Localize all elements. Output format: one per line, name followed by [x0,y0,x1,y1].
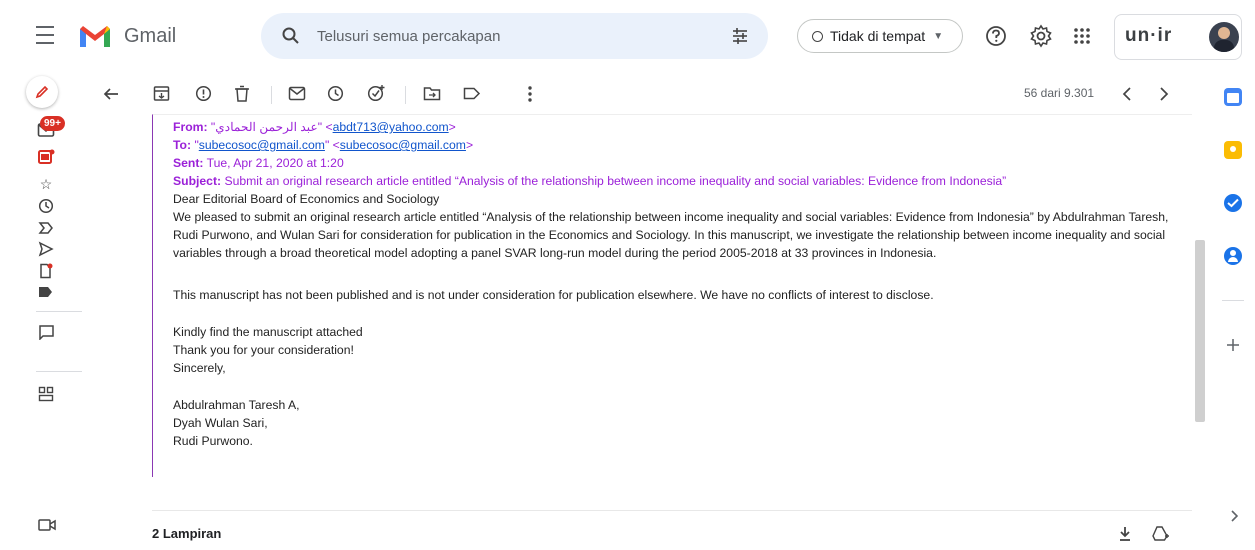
closing-line-1: Kindly find the manuscript attached [173,325,363,339]
app-title: Gmail [124,25,177,47]
sent-label: Sent: [173,156,204,170]
quoted-message: From: "عبد الرحمن الحمادي" <abdt713@yaho… [152,114,1192,477]
toolbar-divider [271,86,272,104]
caret-down-icon: ▼ [933,30,944,42]
older-chevron-right-icon[interactable] [1159,86,1169,102]
subject-value: Submit an original research article enti… [221,174,1007,188]
apps-grid-icon[interactable] [1073,27,1091,45]
signature-line-1: Abdulrahman Taresh A, [173,398,300,412]
download-all-icon[interactable] [1118,526,1132,542]
gmail-logo-icon[interactable] [78,24,112,49]
settings-gear-icon[interactable] [1029,24,1053,48]
top-bar: Gmail Telusuri semua percakapan Tidak di… [0,0,1255,74]
pencil-icon [35,85,49,99]
status-dropdown[interactable]: Tidak di tempat ▼ [797,19,963,53]
unread-count-badge: 99+ [40,116,65,131]
greeting: Dear Editorial Board of Economics and So… [173,192,440,206]
avatar[interactable] [1209,22,1239,52]
right-side-panel [1208,74,1255,550]
send-icon[interactable] [38,241,54,257]
subject-line: Subject: Submit an original research art… [173,172,1006,190]
signature-line-2: Dyah Wulan Sari, [173,416,268,430]
expand-panel-chevron-icon[interactable] [1230,510,1238,522]
help-icon[interactable] [985,25,1007,47]
to-email-link[interactable]: subecosoc@gmail.com [340,138,466,152]
clock-icon[interactable] [38,198,54,214]
sent-line: Sent: Tue, Apr 21, 2020 at 1:20 [173,154,344,172]
status-circle-icon [812,30,823,42]
chat-icon[interactable] [38,324,55,340]
add-addon-icon[interactable] [1226,338,1240,352]
back-arrow-icon[interactable] [102,85,120,103]
to-name-end: " < [324,138,340,152]
video-icon[interactable] [38,518,56,532]
search-bar[interactable]: Telusuri semua percakapan [261,13,768,59]
toolbar-divider [405,86,406,104]
search-input[interactable]: Telusuri semua percakapan [317,28,500,45]
spaces-icon[interactable] [38,386,54,402]
from-name: "عبد الرحمن الحمادي" < [210,120,333,134]
attachments-bar: 2 Lampiran [152,510,1192,550]
report-spam-icon[interactable] [195,85,212,102]
compose-button[interactable] [26,76,58,108]
body-paragraph-1: We pleased to submit an original researc… [173,210,1169,260]
to-label: To: [173,138,192,152]
star-icon[interactable]: ☆ [38,176,54,192]
search-icon[interactable] [281,26,301,46]
keep-icon[interactable] [1224,141,1242,159]
mark-unread-icon[interactable] [288,86,306,101]
sent-value: Tue, Apr 21, 2020 at 1:20 [203,156,344,170]
main-menu-icon[interactable] [34,26,56,44]
to-close: > [465,138,474,152]
pagination-counter: 56 dari 9.301 [1024,86,1095,100]
rail-divider [1222,300,1244,301]
snoozed-label-icon[interactable] [38,149,55,165]
body-paragraph-2: This manuscript has not been published a… [173,288,934,302]
scrollbar-thumb[interactable] [1195,240,1205,422]
rail-divider [36,371,82,372]
save-to-drive-icon[interactable] [1152,525,1170,542]
label-icon[interactable] [38,285,54,299]
rail-divider [36,311,82,312]
subject-label: Subject: [173,174,222,188]
draft-icon[interactable] [38,263,54,279]
message-toolbar: 56 dari 9.301 [80,74,1200,114]
closing-line-2: Thank you for your consideration! [173,343,354,357]
move-to-icon[interactable] [423,86,441,101]
from-label: From: [173,120,208,134]
calendar-icon[interactable] [1224,88,1242,106]
signature-line-3: Rudi Purwono. [173,434,253,448]
tasks-icon[interactable] [1224,194,1242,212]
delete-icon[interactable] [234,85,250,102]
archive-icon[interactable] [153,85,170,102]
left-rail: 99+ ☆ [0,74,82,550]
newer-chevron-left-icon[interactable] [1122,86,1132,102]
to-name-link[interactable]: subecosoc@gmail.com [199,138,325,152]
account-switcher[interactable]: un·ir [1114,14,1242,60]
from-line: From: "عبد الرحمن الحمادي" <abdt713@yaho… [173,118,456,136]
to-line: To: "subecosoc@gmail.com" <subecosoc@gma… [173,136,473,154]
closing-line-3: Sincerely, [173,361,226,375]
more-vert-icon[interactable] [527,85,533,103]
from-close: > [448,120,456,134]
attachments-count: 2 Lampiran [152,526,222,541]
add-task-icon[interactable] [367,84,386,103]
important-icon[interactable] [38,220,54,236]
search-options-icon[interactable] [731,27,749,45]
label-as-icon[interactable] [463,87,481,100]
organization-logo: un·ir [1125,25,1173,46]
from-email-link[interactable]: abdt713@yahoo.com [333,120,449,134]
snooze-icon[interactable] [327,85,344,102]
contacts-icon[interactable] [1224,247,1242,265]
status-label: Tidak di tempat [830,28,926,44]
